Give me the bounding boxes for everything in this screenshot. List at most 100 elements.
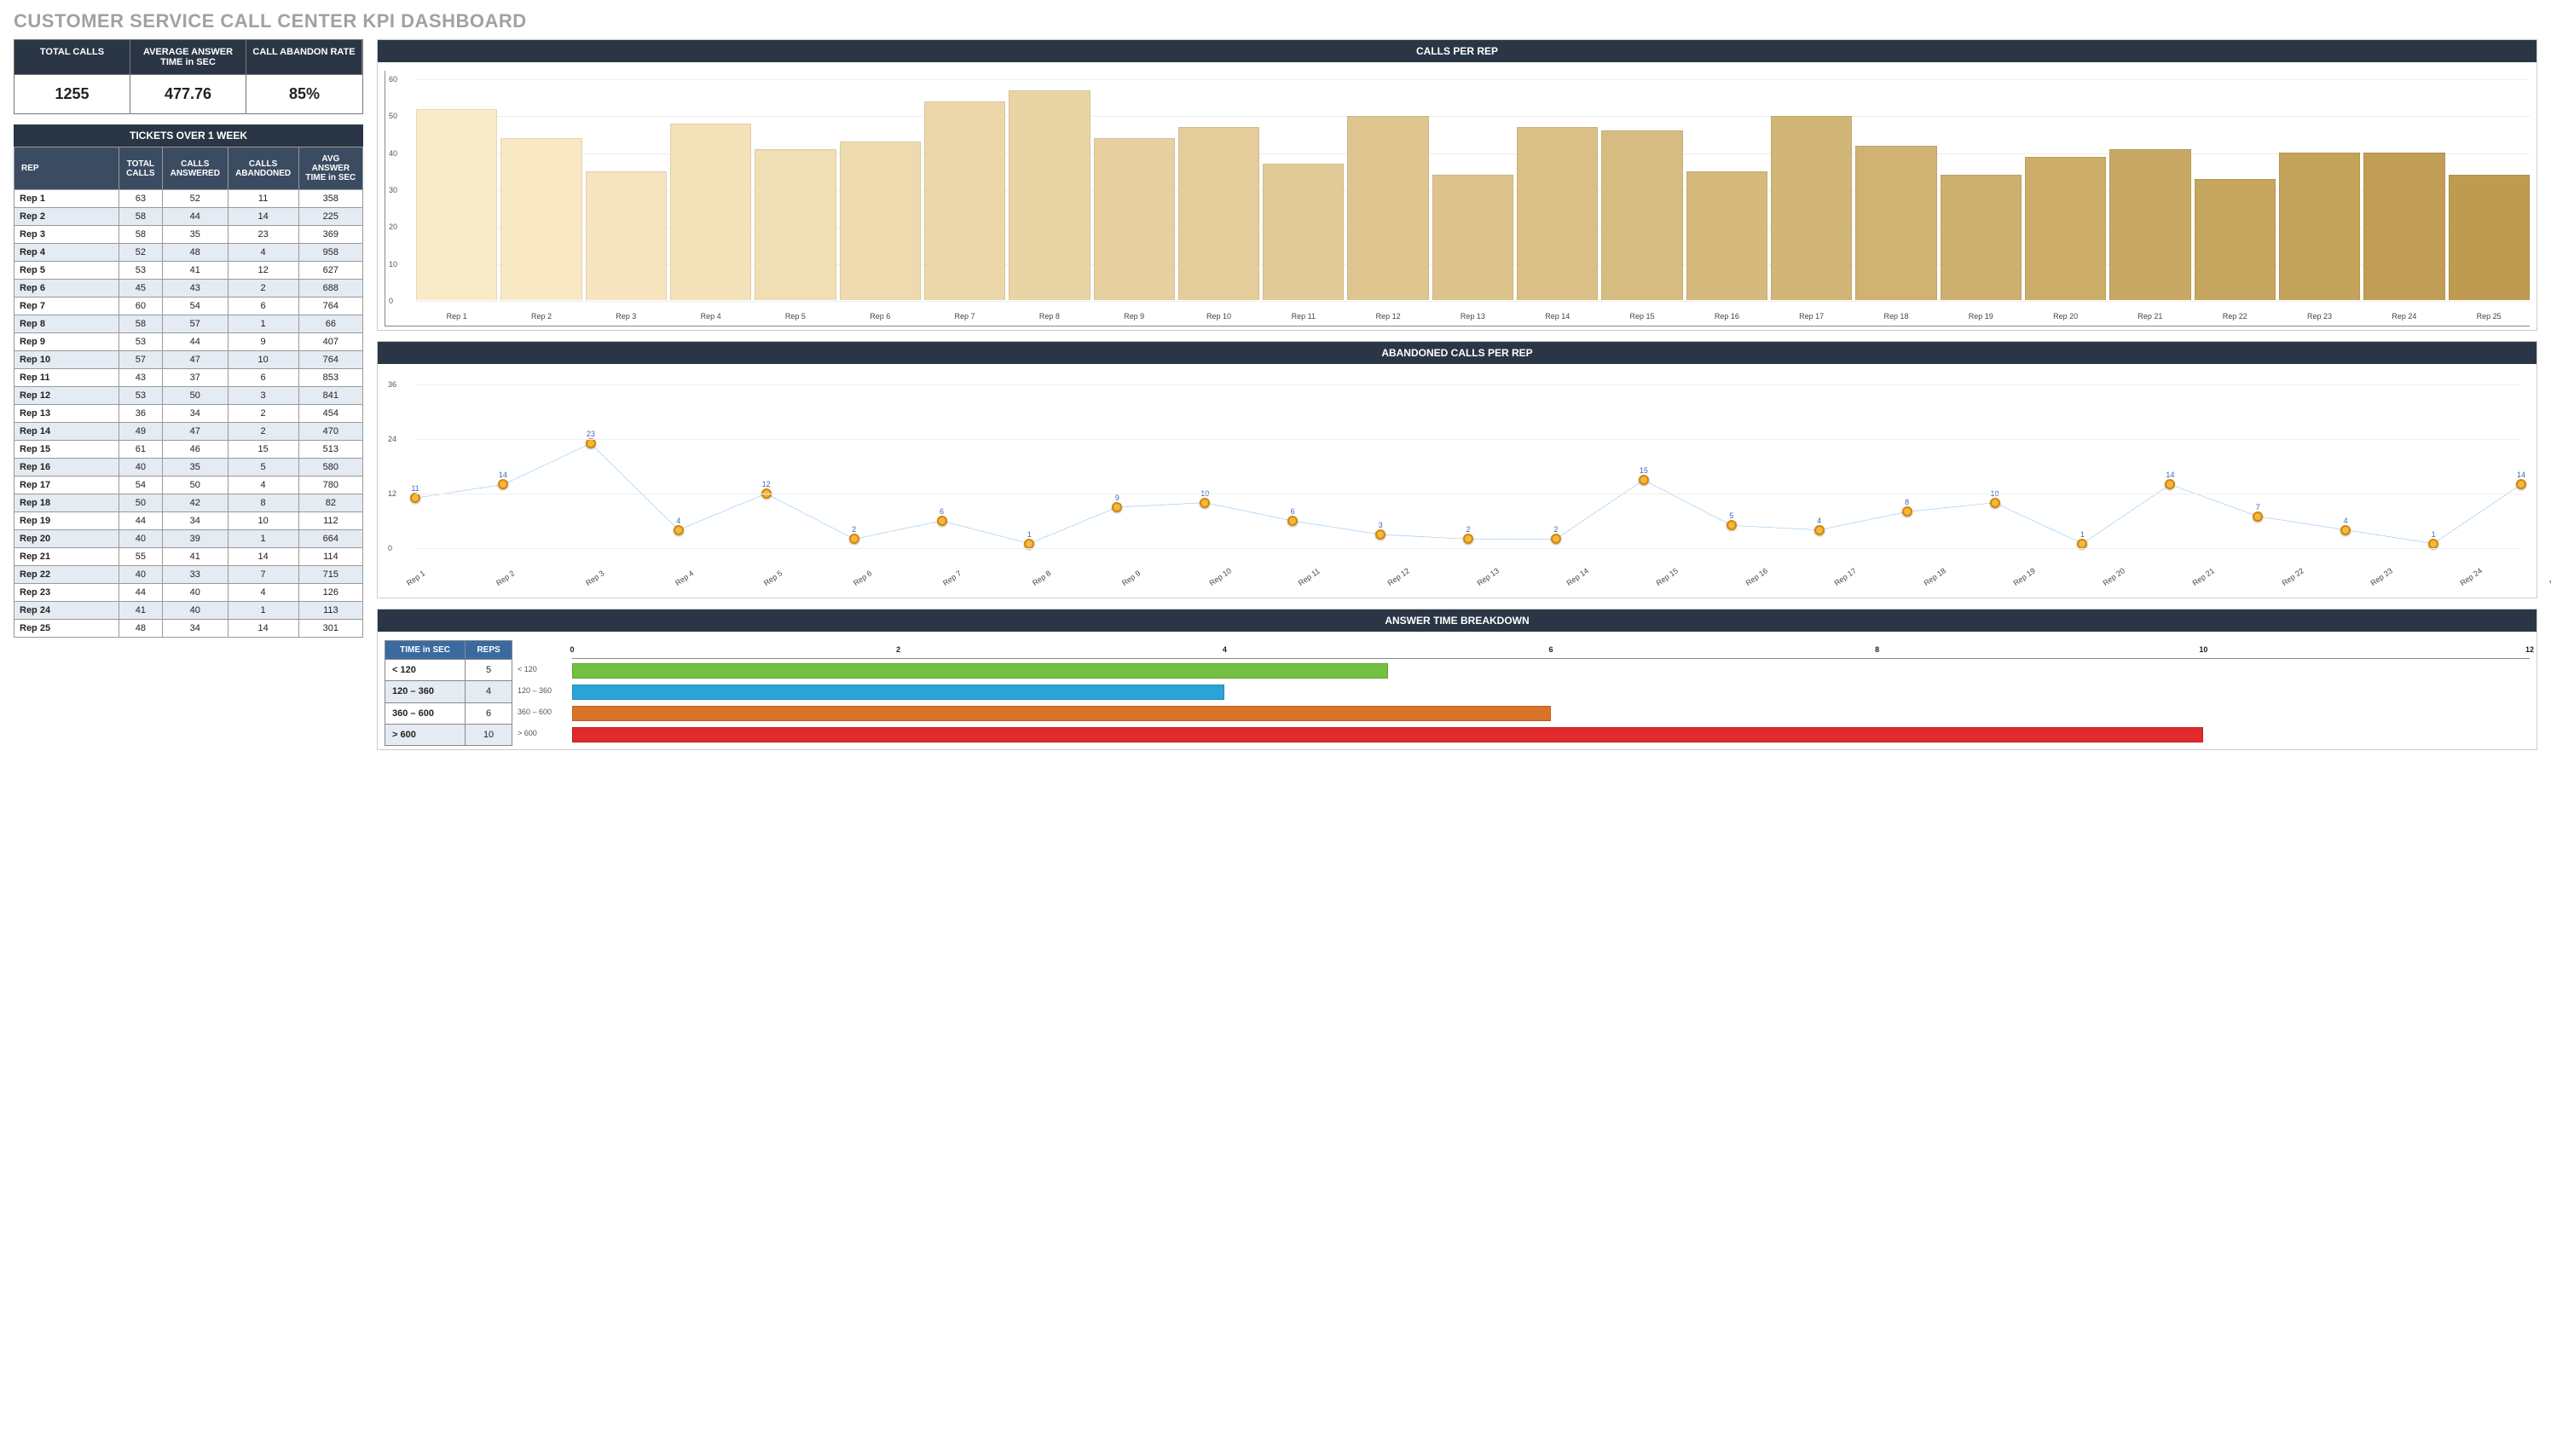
cell: 48: [163, 244, 228, 262]
cell: 41: [163, 548, 228, 566]
cell: Rep 23: [14, 584, 119, 602]
x-tick: 6: [1548, 645, 1553, 654]
cell: 9: [228, 333, 298, 351]
kpi-abandon-value: 85%: [246, 74, 362, 113]
x-tick: Rep 24: [2459, 566, 2484, 587]
table-row: Rep 185042882: [14, 494, 363, 512]
cell: 14: [228, 620, 298, 638]
data-point: [1287, 516, 1298, 526]
x-tick: Rep 12: [1386, 566, 1412, 587]
table-row: 360 – 6006: [385, 702, 512, 724]
cell: 5: [228, 459, 298, 477]
cell: 47: [163, 423, 228, 441]
cell: 52: [163, 190, 228, 208]
bar: Rep 5: [755, 149, 836, 300]
cell: 42: [163, 494, 228, 512]
cell: 50: [163, 477, 228, 494]
table-row: Rep 1754504780: [14, 477, 363, 494]
cell: 58: [119, 208, 162, 226]
table-row: Rep 3583523369: [14, 226, 363, 244]
table-row: Rep 760546764: [14, 298, 363, 315]
x-tick: Rep 4: [701, 312, 721, 321]
data-label: 4: [676, 517, 680, 525]
cell: 2: [228, 405, 298, 423]
cell: 6: [228, 369, 298, 387]
cell: 10: [228, 512, 298, 530]
cell: 34: [163, 620, 228, 638]
cell: 120 – 360: [385, 681, 466, 702]
x-tick: 10: [2199, 645, 2207, 654]
bar: Rep 8: [1009, 90, 1090, 300]
data-label: 1: [2432, 530, 2436, 539]
x-tick: Rep 7: [941, 569, 963, 587]
data-label: 14: [2517, 471, 2525, 479]
cell: 50: [119, 494, 162, 512]
data-point: [498, 479, 508, 489]
cell: Rep 2: [14, 208, 119, 226]
cell: 43: [119, 369, 162, 387]
data-label: 1: [1027, 530, 1032, 539]
x-tick: Rep 8: [1039, 312, 1060, 321]
bar: Rep 1: [416, 109, 497, 300]
data-label: 8: [1905, 498, 1909, 506]
data-point: [1727, 520, 1737, 530]
bar: Rep 15: [1601, 130, 1682, 300]
x-tick: Rep 4: [673, 569, 694, 587]
x-tick: Rep 13: [1461, 312, 1485, 321]
cell: Rep 19: [14, 512, 119, 530]
col-avg: AVG ANSWER TIME in SEC: [298, 147, 362, 190]
cell: 6: [228, 298, 298, 315]
table-row: 120 – 3604: [385, 681, 512, 702]
data-label: 2: [1466, 525, 1470, 534]
data-point: [1639, 475, 1649, 485]
cell: 66: [298, 315, 362, 333]
data-label: 2: [852, 525, 856, 534]
y-tick: 36: [388, 380, 396, 389]
x-tick: 4: [1223, 645, 1227, 654]
bar: Rep 7: [924, 101, 1005, 300]
x-tick: Rep 12: [1376, 312, 1401, 321]
y-tick: 20: [389, 222, 397, 231]
cell: Rep 24: [14, 602, 119, 620]
cell: 627: [298, 262, 362, 280]
cell: Rep 20: [14, 530, 119, 548]
data-point: [2428, 539, 2438, 549]
x-tick: Rep 20: [2053, 312, 2078, 321]
cell: 48: [119, 620, 162, 638]
cell: 40: [163, 602, 228, 620]
cell: 10: [228, 351, 298, 369]
cell: 47: [163, 351, 228, 369]
hbar: [572, 685, 1224, 700]
x-tick: 8: [1875, 645, 1879, 654]
table-row: Rep 2040391664: [14, 530, 363, 548]
x-tick: Rep 23: [2307, 312, 2332, 321]
bar: Rep 9: [1094, 138, 1175, 300]
kpi-total-value: 1255: [14, 74, 130, 113]
cell: Rep 17: [14, 477, 119, 494]
cell: 35: [163, 226, 228, 244]
chart-abandoned-per-rep: ABANDONED CALLS PER REP 1114234122619106…: [377, 341, 2537, 598]
table-row: Rep 1253503841: [14, 387, 363, 405]
data-point: [1200, 498, 1210, 508]
data-label: 6: [1291, 507, 1295, 516]
cell: Rep 18: [14, 494, 119, 512]
table-row: < 1205: [385, 660, 512, 681]
x-tick: Rep 16: [1715, 312, 1739, 321]
hbar: [572, 663, 1388, 679]
table-row: Rep 85857166: [14, 315, 363, 333]
chart-calls-per-rep: CALLS PER REP 0102030405060Rep 1Rep 2Rep…: [377, 39, 2537, 331]
table-row: Rep 15614615513: [14, 441, 363, 459]
x-tick: Rep 3: [584, 569, 605, 587]
cell: Rep 14: [14, 423, 119, 441]
data-point: [1814, 525, 1825, 535]
bar: Rep 24: [2363, 153, 2444, 300]
data-label: 9: [1115, 494, 1119, 502]
bar: Rep 19: [1941, 175, 2022, 300]
y-tick: 10: [389, 260, 397, 269]
cell: 41: [163, 262, 228, 280]
data-label: 23: [587, 430, 595, 438]
table-row: Rep 5534112627: [14, 262, 363, 280]
x-tick: Rep 22: [2280, 566, 2305, 587]
bar: Rep 25: [2449, 175, 2530, 300]
kpi-abandon-label: CALL ABANDON RATE: [246, 40, 362, 74]
